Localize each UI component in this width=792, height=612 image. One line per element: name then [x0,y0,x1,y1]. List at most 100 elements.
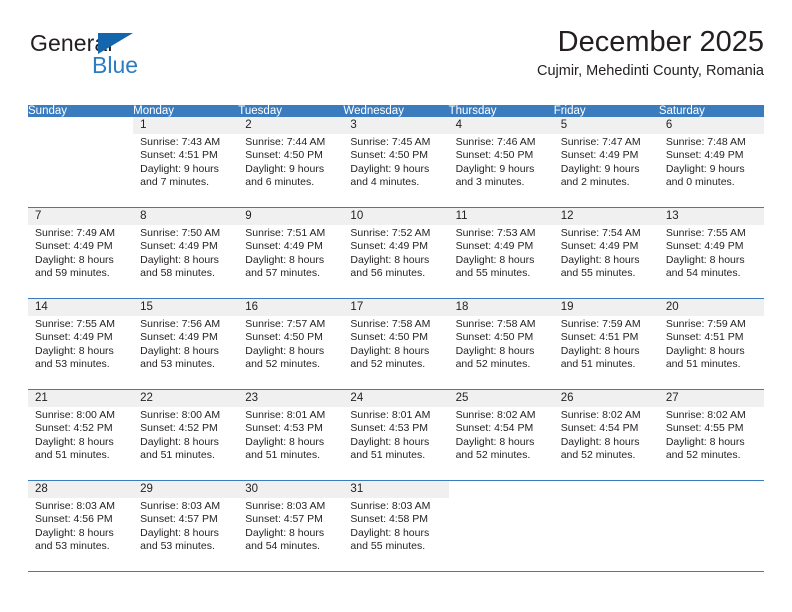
day-cell-content [554,482,659,571]
calendar-day-cell[interactable]: 25 Sunrise: 8:02 AM Sunset: 4:54 PM Dayligh… [448,389,554,481]
calendar-day-cell[interactable]: 31 Sunrise: 8:03 AM Sunset: 4:58 PM Dayligh… [343,480,449,572]
calendar-day-cell[interactable]: 11 Sunrise: 7:53 AM Sunset: 4:49 PM Dayligh… [448,207,554,299]
calendar-day-cell[interactable]: 1 Sunrise: 7:43 AM Sunset: 4:51 PM Daylight… [133,117,239,208]
day-number: 29 [133,481,239,498]
calendar-day-cell[interactable]: 2 Sunrise: 7:44 AM Sunset: 4:50 PM Daylight… [238,117,344,208]
daylight-text: Daylight: 8 hours [350,526,430,539]
sunrise-text: Sunrise: 8:03 AM [35,500,115,512]
sunrise-text: Sunrise: 8:02 AM [455,409,536,421]
day-cell-content: 17 Sunrise: 7:58 AM Sunset: 4:50 PM Dayligh… [343,299,449,390]
calendar-day-cell[interactable]: 20 Sunrise: 7:59 AM Sunset: 4:51 PM Dayligh… [658,298,764,390]
sunrise-text: Sunrise: 7:58 AM [455,318,536,330]
day-cell-content: 29 Sunrise: 8:03 AM Sunset: 4:57 PM Dayligh… [133,481,239,571]
sunset-text: Sunset: 4:57 PM [245,513,323,526]
sunset-text: Sunset: 4:49 PM [140,331,218,344]
day-details: Sunrise: 7:53 AM Sunset: 4:49 PM Daylight:… [449,225,554,281]
calendar-day-cell-empty [658,480,764,572]
day-number: 17 [343,299,449,316]
calendar-day-cell[interactable]: 21 Sunrise: 8:00 AM Sunset: 4:52 PM Dayligh… [28,389,134,481]
sunrise-text: Sunrise: 7:49 AM [35,227,115,239]
calendar-day-cell[interactable]: 14 Sunrise: 7:55 AM Sunset: 4:49 PM Dayligh… [28,298,134,390]
calendar-day-cell[interactable]: 26 Sunrise: 8:02 AM Sunset: 4:54 PM Dayligh… [553,389,659,481]
day-details: Sunrise: 7:52 AM Sunset: 4:49 PM Daylight:… [343,225,448,281]
calendar-day-cell[interactable]: 22 Sunrise: 8:00 AM Sunset: 4:52 PM Dayligh… [133,389,239,481]
calendar-day-cell[interactable]: 5 Sunrise: 7:47 AM Sunset: 4:49 PM Daylight… [553,117,659,208]
calendar-day-cell[interactable]: 10 Sunrise: 7:52 AM Sunset: 4:49 PM Dayligh… [343,207,449,299]
daylight-text: and 59 minutes. [35,267,110,280]
daylight-text: Daylight: 9 hours [560,162,640,175]
day-number: 14 [28,299,134,316]
calendar-day-cell[interactable]: 17 Sunrise: 7:58 AM Sunset: 4:50 PM Dayligh… [343,298,449,390]
calendar-day-cell[interactable]: 19 Sunrise: 7:59 AM Sunset: 4:51 PM Dayligh… [553,298,659,390]
sunset-text: Sunset: 4:50 PM [245,331,323,344]
daylight-text: Daylight: 9 hours [140,162,219,175]
calendar-day-cell[interactable]: 13 Sunrise: 7:55 AM Sunset: 4:49 PM Dayligh… [658,207,764,299]
calendar-day-cell[interactable]: 4 Sunrise: 7:46 AM Sunset: 4:50 PM Daylight… [448,117,554,208]
calendar-day-cell-empty [28,117,133,208]
calendar-day-cell[interactable]: 24 Sunrise: 8:01 AM Sunset: 4:53 PM Dayligh… [343,389,449,481]
daylight-text: and 51 minutes. [560,358,636,371]
sunrise-text: Sunrise: 8:03 AM [350,500,431,512]
weekday-header-monday: Monday [133,105,239,117]
daylight-text: and 58 minutes. [140,267,215,280]
sunrise-text: Sunrise: 8:03 AM [140,500,221,512]
daylight-text: Daylight: 8 hours [350,253,430,266]
day-cell-content: 6 Sunrise: 7:48 AM Sunset: 4:49 PM Daylight… [658,117,764,207]
sunrise-text: Sunrise: 7:54 AM [560,227,641,239]
calendar-day-cell[interactable]: 29 Sunrise: 8:03 AM Sunset: 4:57 PM Dayligh… [133,480,239,572]
brand-name-blue: Blue [92,52,139,78]
day-number: 7 [28,208,134,225]
calendar-day-cell[interactable]: 15 Sunrise: 7:56 AM Sunset: 4:49 PM Dayligh… [133,298,239,390]
day-cell-content: 15 Sunrise: 7:56 AM Sunset: 4:49 PM Dayligh… [133,299,239,390]
day-number: 1 [133,117,239,134]
day-details [449,498,554,500]
day-details: Sunrise: 7:51 AM Sunset: 4:49 PM Daylight:… [238,225,343,281]
sunrise-text: Sunrise: 8:00 AM [35,409,115,421]
calendar-day-cell[interactable]: 27 Sunrise: 8:02 AM Sunset: 4:55 PM Dayligh… [658,389,764,481]
daylight-text: and 52 minutes. [560,449,636,462]
calendar-day-cell[interactable]: 23 Sunrise: 8:01 AM Sunset: 4:53 PM Dayligh… [238,389,344,481]
calendar-day-cell[interactable]: 3 Sunrise: 7:45 AM Sunset: 4:50 PM Daylight… [343,117,449,208]
day-number: 25 [448,390,554,407]
brand-logo[interactable]: General Blue [30,32,210,90]
day-number [659,482,764,499]
daylight-text: Daylight: 8 hours [35,344,114,357]
day-details: Sunrise: 8:03 AM Sunset: 4:57 PM Daylight:… [238,498,343,554]
daylight-text: Daylight: 9 hours [350,162,430,175]
calendar-day-cell[interactable]: 9 Sunrise: 7:51 AM Sunset: 4:49 PM Daylight… [238,207,344,299]
sunset-text: Sunset: 4:49 PM [665,240,744,253]
calendar-day-cell[interactable]: 16 Sunrise: 7:57 AM Sunset: 4:50 PM Dayligh… [238,298,344,390]
calendar-day-cell[interactable]: 7 Sunrise: 7:49 AM Sunset: 4:49 PM Daylight… [28,207,134,299]
page-title: December 2025 [557,26,764,58]
calendar-day-cell[interactable]: 28 Sunrise: 8:03 AM Sunset: 4:56 PM Dayligh… [28,480,134,572]
sunrise-text: Sunrise: 7:43 AM [140,136,221,148]
day-details: Sunrise: 8:03 AM Sunset: 4:56 PM Daylight:… [28,498,133,554]
calendar-day-cell[interactable]: 6 Sunrise: 7:48 AM Sunset: 4:49 PM Daylight… [658,117,764,208]
calendar-day-cell[interactable]: 8 Sunrise: 7:50 AM Sunset: 4:49 PM Daylight… [133,207,239,299]
daylight-text: and 0 minutes. [665,176,735,189]
daylight-text: and 53 minutes. [140,540,215,553]
day-details: Sunrise: 8:02 AM Sunset: 4:54 PM Daylight:… [554,407,659,463]
day-cell-content: 31 Sunrise: 8:03 AM Sunset: 4:58 PM Dayligh… [343,481,449,571]
day-details: Sunrise: 8:00 AM Sunset: 4:52 PM Daylight:… [133,407,238,463]
calendar-page: General Blue December 2025 Cujmir, Mehed… [0,0,792,612]
day-cell-content: 30 Sunrise: 8:03 AM Sunset: 4:57 PM Dayligh… [238,481,344,571]
sunset-text: Sunset: 4:50 PM [245,149,323,162]
daylight-text: and 51 minutes. [35,449,110,462]
day-details: Sunrise: 7:56 AM Sunset: 4:49 PM Daylight:… [133,316,238,372]
calendar-week-row: 1 Sunrise: 7:43 AM Sunset: 4:51 PM Daylight… [28,117,764,208]
day-details: Sunrise: 7:55 AM Sunset: 4:49 PM Daylight:… [28,316,133,372]
day-details: Sunrise: 8:01 AM Sunset: 4:53 PM Daylight:… [343,407,448,463]
day-number [554,482,659,499]
calendar-day-cell[interactable]: 18 Sunrise: 7:58 AM Sunset: 4:50 PM Dayligh… [448,298,554,390]
daylight-text: Daylight: 8 hours [245,526,325,539]
calendar-day-cell[interactable]: 12 Sunrise: 7:54 AM Sunset: 4:49 PM Dayligh… [553,207,659,299]
day-details: Sunrise: 7:58 AM Sunset: 4:50 PM Daylight:… [343,316,448,372]
calendar-week-row: 28 Sunrise: 8:03 AM Sunset: 4:56 PM Dayligh… [28,480,764,572]
title-block: December 2025 Cujmir, Mehedinti County, … [537,26,764,80]
daylight-text: Daylight: 8 hours [560,435,640,448]
sunrise-text: Sunrise: 7:53 AM [455,227,536,239]
calendar-day-cell[interactable]: 30 Sunrise: 8:03 AM Sunset: 4:57 PM Dayligh… [238,480,344,572]
daylight-text: Daylight: 8 hours [140,344,219,357]
day-details: Sunrise: 8:01 AM Sunset: 4:53 PM Daylight:… [238,407,343,463]
